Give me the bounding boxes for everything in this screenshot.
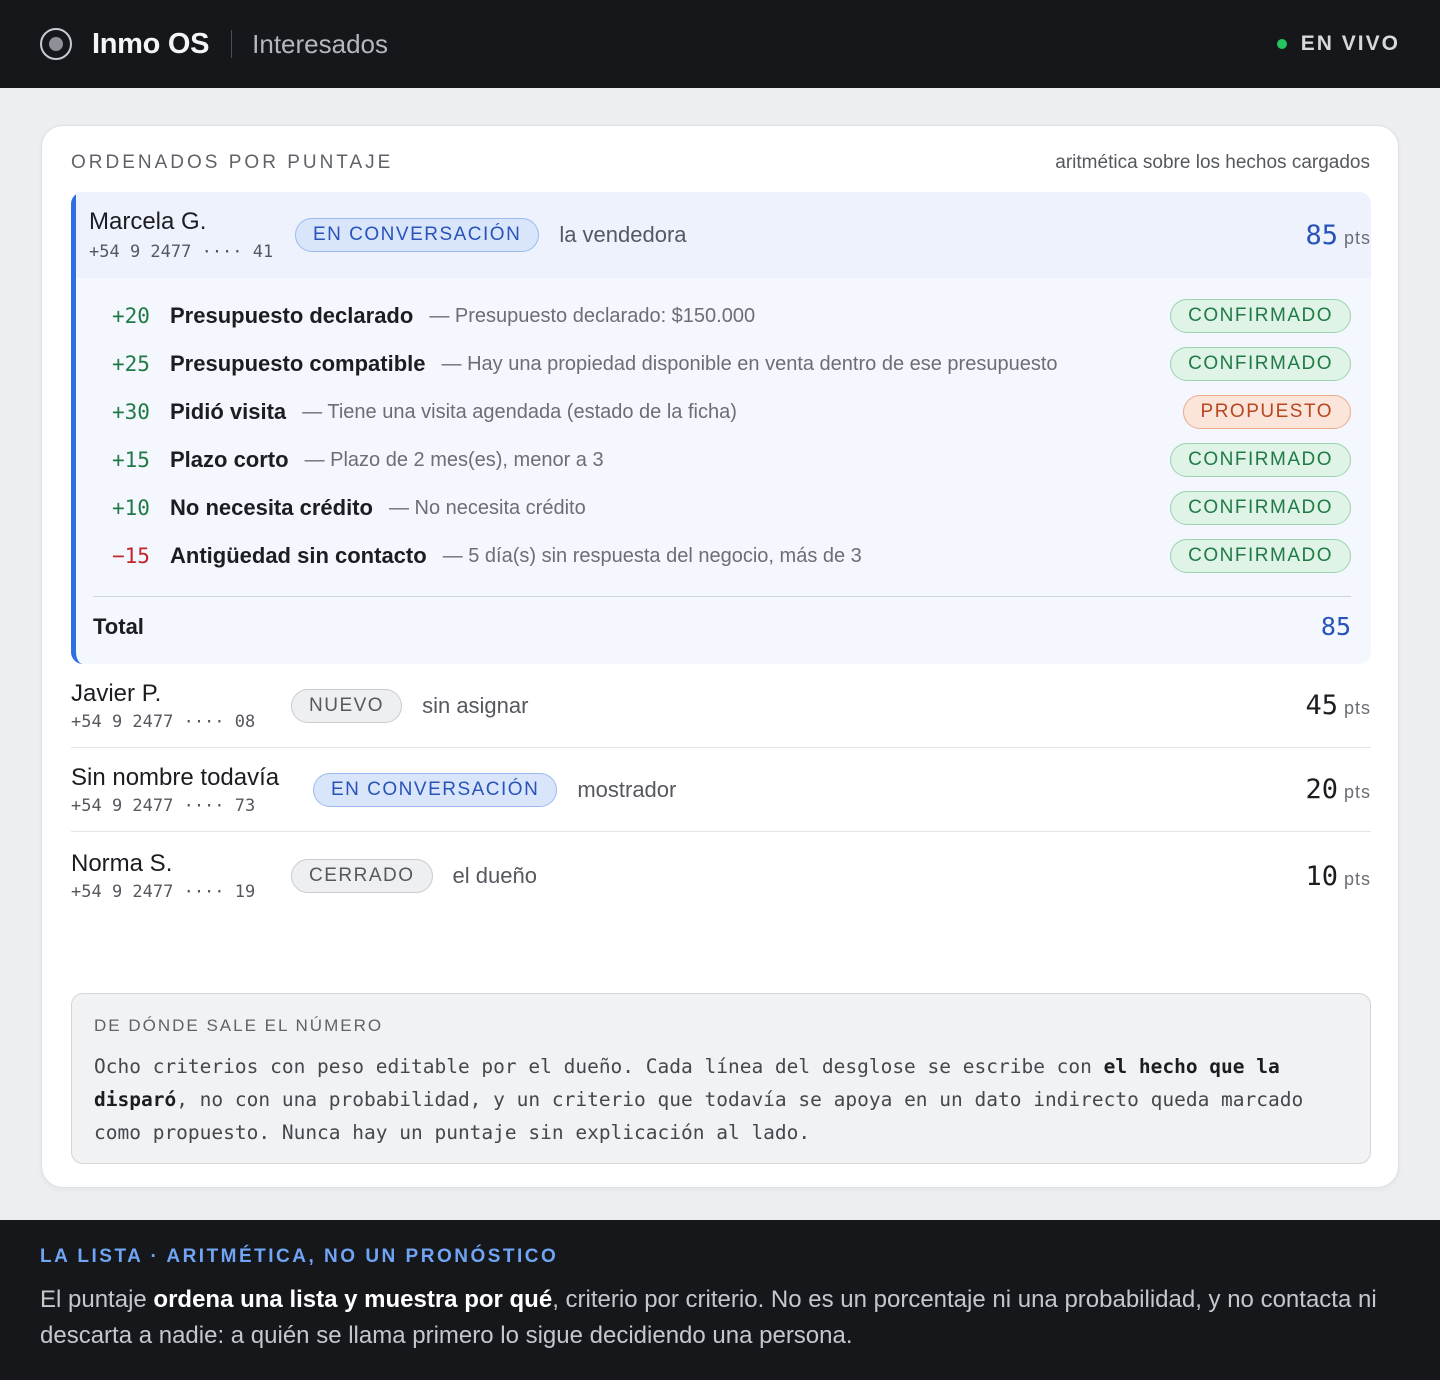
lead-identity: Norma S. +54 9 2477 ···· 19 [71,850,291,902]
criterion-note: — Presupuesto declarado: $150.000 [429,304,756,327]
criterion-row: +10 No necesita crédito — No necesita cr… [112,490,1351,526]
criterion-name: Presupuesto compatible [170,351,426,376]
lead-score: 85 pts [1305,220,1371,251]
lead-phone: +54 9 2477 ···· 41 [89,242,274,262]
score-value: 20 [1305,774,1338,805]
criterion-name: Plazo corto [170,447,289,472]
footer-text: El puntaje ordena una lista y muestra po… [40,1286,1377,1349]
lead-identity: Javier P. +54 9 2477 ···· 08 [71,680,291,732]
criterion-row: +15 Plazo corto — Plazo de 2 mes(es), me… [112,442,1351,478]
criterion-state-badge: CONFIRMADO [1170,443,1351,477]
top-bar: Inmo OS Interesados EN VIVO [0,0,1440,88]
live-dot-icon [1276,39,1287,49]
score-value: 85 [1305,219,1338,251]
status-badge: EN CONVERSACIÓN [295,218,540,252]
score-unit: pts [1343,782,1371,802]
criterion-name: Antigüedad sin contacto [170,543,427,568]
criterion-note: — Plazo de 2 mes(es), menor a 3 [304,448,604,471]
footer-caption: LA LISTA · ARITMÉTICA, NO UN PRONÓSTICO … [0,1220,1440,1380]
score-value: 45 [1305,690,1338,721]
criterion-state-badge: CONFIRMADO [1170,539,1351,573]
app-name: Inmo OS [92,27,210,60]
lead-row[interactable]: Sin nombre todavía +54 9 2477 ···· 73 EN… [71,748,1371,832]
lead-owner: mostrador [577,776,677,802]
lead-header[interactable]: Marcela G. +54 9 2477 ···· 41 EN CONVERS… [76,192,1371,278]
lead-identity: Marcela G. +54 9 2477 ···· 41 [89,208,295,262]
lead-owner: el dueño [452,863,537,888]
criterion-points: +30 [112,400,150,424]
lead-name: Javier P. [71,679,162,707]
criterion-points: −15 [112,544,150,568]
lead-owner: sin asignar [422,692,529,718]
lead-row[interactable]: Javier P. +54 9 2477 ···· 08 NUEVO sin a… [71,664,1371,748]
criterion-state-badge: PROPUESTO [1182,395,1351,429]
sort-label: ORDENADOS POR PUNTAJE [71,152,394,173]
criterion-name: Presupuesto declarado [170,303,414,328]
score-unit: pts [1343,698,1371,718]
footer-kicker: LA LISTA · ARITMÉTICA, NO UN PRONÓSTICO [40,1246,559,1267]
lead-row-expanded[interactable]: Marcela G. +54 9 2477 ···· 41 EN CONVERS… [71,192,1371,664]
logo-icon [40,28,72,60]
criterion-note: — 5 día(s) sin respuesta del negocio, má… [442,544,862,567]
lead-score: 45 pts [1305,690,1371,721]
leads-card: ORDENADOS POR PUNTAJE aritmética sobre l… [41,125,1399,1188]
status-badge: NUEVO [291,688,403,723]
live-indicator: EN VIVO [1276,32,1400,56]
score-unit: pts [1343,868,1371,889]
criterion-points: +20 [112,304,150,328]
card-header: ORDENADOS POR PUNTAJE aritmética sobre l… [71,152,1370,174]
criterion-state-badge: CONFIRMADO [1170,491,1351,525]
section-title: Interesados [252,28,389,59]
explanation-title: DE DÓNDE SALE EL NÚMERO [94,1016,384,1035]
score-unit: pts [1343,227,1371,248]
lead-name: Norma S. [71,850,173,877]
lead-score: 10 pts [1305,861,1371,892]
total-divider [93,596,1351,597]
lead-owner: la vendedora [559,222,687,247]
lead-phone: +54 9 2477 ···· 08 [71,711,256,732]
total-label: Total [93,613,144,639]
lead-name: Sin nombre todavía [71,763,280,791]
criterion-row: +25 Presupuesto compatible — Hay una pro… [112,346,1351,382]
criterion-name: No necesita crédito [170,495,373,520]
lead-identity: Sin nombre todavía +54 9 2477 ···· 73 [71,764,313,816]
lead-score: 20 pts [1305,774,1371,805]
header-divider [231,30,233,58]
status-badge: EN CONVERSACIÓN [313,772,558,807]
live-label: EN VIVO [1300,32,1400,55]
criterion-points: +10 [112,496,150,520]
criterion-state-badge: CONFIRMADO [1170,347,1351,381]
lead-name: Marcela G. [89,208,207,235]
criterion-row: +30 Pidió visita — Tiene una visita agen… [112,394,1351,430]
criterion-row: −15 Antigüedad sin contacto — 5 día(s) s… [112,538,1351,574]
criterion-name: Pidió visita [170,399,287,424]
card-note: aritmética sobre los hechos cargados [1055,152,1370,173]
criterion-points: +25 [112,352,150,376]
criterion-note: — No necesita crédito [388,496,586,519]
lead-phone: +54 9 2477 ···· 19 [71,882,256,902]
status-badge: CERRADO [291,859,433,893]
criterion-row: +20 Presupuesto declarado — Presupuesto … [112,298,1351,334]
criterion-state-badge: CONFIRMADO [1170,299,1351,333]
score-value: 10 [1305,860,1338,892]
explanation-box: DE DÓNDE SALE EL NÚMERO Ocho criterios c… [71,993,1371,1164]
total-value: 85 [1320,612,1351,641]
lead-row[interactable]: Norma S. +54 9 2477 ···· 19 CERRADO el d… [71,834,1371,918]
criterion-note: — Tiene una visita agendada (estado de l… [302,400,737,423]
total-row: Total 85 [93,612,1351,641]
lead-phone: +54 9 2477 ···· 73 [71,795,256,816]
criterion-points: +15 [112,448,150,472]
explanation-text: Ocho criterios con peso editable por el … [94,1055,1304,1144]
criterion-note: — Hay una propiedad disponible en venta … [441,352,1058,375]
